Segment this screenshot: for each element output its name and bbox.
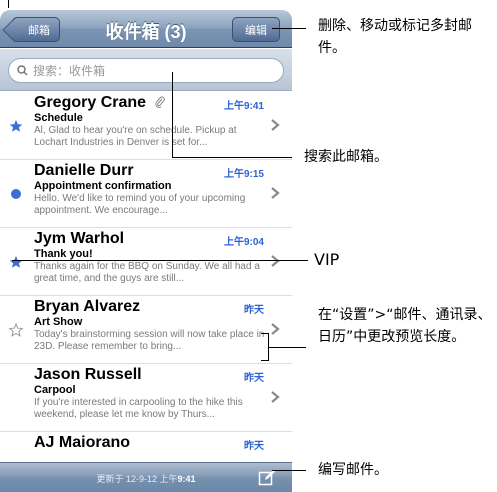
chevron-right-icon xyxy=(271,323,280,335)
callout-bracket-top xyxy=(261,333,269,334)
message-subject: Appointment confirmation xyxy=(34,180,172,192)
message-row[interactable]: Gregory Crane 上午9:41 Schedule Al, Glad t… xyxy=(0,92,292,160)
message-sender: Bryan Alvarez xyxy=(34,298,141,315)
back-button-label: 邮箱 xyxy=(28,24,50,37)
star-icon xyxy=(9,256,23,268)
search-bar: 搜索：收件箱 xyxy=(0,49,292,91)
star-icon xyxy=(9,120,23,132)
callout-compose-text: 编写邮件。 xyxy=(318,462,388,478)
callout-line-preview xyxy=(268,347,306,348)
message-row[interactable]: Danielle Durr 上午9:15 Appointment confirm… xyxy=(0,160,292,228)
mailboxes-back-button[interactable]: 邮箱 xyxy=(12,17,60,42)
callout-line-search-h xyxy=(172,157,292,158)
message-time: 上午9:04 xyxy=(223,237,264,248)
unread-dot-icon xyxy=(11,189,21,199)
message-preview: Hello. We'd like to remind you of your u… xyxy=(34,193,246,216)
compose-icon[interactable] xyxy=(258,469,276,487)
message-sender: Danielle Durr xyxy=(34,162,134,179)
callout-bracket-bottom xyxy=(261,360,269,361)
message-preview: Thanks again for the BBQ on Sunday. We a… xyxy=(34,261,260,284)
message-time: 昨天 xyxy=(244,373,264,384)
message-subject: Art Show xyxy=(34,316,83,328)
callout-preview-text: 在“设置”>“邮件、通讯录、日历”中更改预览长度。 xyxy=(318,307,492,345)
chevron-right-icon xyxy=(271,119,280,131)
message-row[interactable]: Jym Warhol 上午9:04 Thank you! Thanks agai… xyxy=(0,228,292,296)
bottom-toolbar: 更新于 12-9-12 上午9:41 xyxy=(0,462,292,492)
mail-app-screen: 邮箱 收件箱 (3) 编辑 搜索：收件箱 Gregory Crane 上午9:4… xyxy=(0,10,292,492)
chevron-right-icon xyxy=(271,391,280,403)
callout-line-compose xyxy=(272,470,306,471)
message-time: 上午9:41 xyxy=(223,101,264,112)
message-time: 昨天 xyxy=(244,305,264,316)
message-sender: AJ Maiorano xyxy=(34,434,131,451)
updated-status: 更新于 12-9-12 上午9:41 xyxy=(96,474,196,484)
message-preview: Today's brainstorming session will now t… xyxy=(34,329,265,352)
star-outline-icon xyxy=(9,323,23,337)
message-subject: Thank you! xyxy=(34,248,93,260)
callout-line-vip xyxy=(12,260,308,261)
inbox-title: 收件箱 (3) xyxy=(105,22,187,42)
message-row[interactable]: AJ Maiorano 昨天 xyxy=(0,432,292,460)
callout-line-mailbox xyxy=(8,0,9,8)
attachment-icon xyxy=(154,96,165,108)
message-row[interactable]: Jason Russell 昨天 Carpool If you're inter… xyxy=(0,364,292,432)
callout-search-text: 搜索此邮箱。 xyxy=(304,149,388,165)
message-preview: Al, Glad to hear you're on schedule. Pic… xyxy=(34,125,237,148)
message-subject: Carpool xyxy=(34,384,76,396)
edit-button[interactable]: 编辑 xyxy=(232,17,280,42)
search-placeholder: 搜索：收件箱 xyxy=(33,64,106,78)
message-preview: If you're interested in carpooling to th… xyxy=(34,397,243,420)
message-sender: Jym Warhol xyxy=(34,230,125,247)
message-sender: Jason Russell xyxy=(34,366,142,383)
chevron-right-icon xyxy=(271,255,280,267)
chevron-right-icon xyxy=(271,187,280,199)
message-subject: Schedule xyxy=(34,112,83,124)
navigation-bar: 邮箱 收件箱 (3) 编辑 xyxy=(0,10,292,48)
message-list: Gregory Crane 上午9:41 Schedule Al, Glad t… xyxy=(0,92,292,460)
message-sender: Gregory Crane xyxy=(34,94,166,112)
callout-edit-text: 删除、移动或标记多封邮件。 xyxy=(318,18,472,56)
search-icon xyxy=(17,65,28,76)
message-time: 上午9:15 xyxy=(223,169,264,180)
callout-line-search-v xyxy=(172,72,173,158)
search-input[interactable]: 搜索：收件箱 xyxy=(8,58,284,83)
message-time: 昨天 xyxy=(244,441,264,452)
callout-vip-text: VIP xyxy=(314,250,340,269)
message-row[interactable]: Bryan Alvarez 昨天 Art Show Today's brains… xyxy=(0,296,292,364)
callout-line-edit xyxy=(272,28,306,29)
